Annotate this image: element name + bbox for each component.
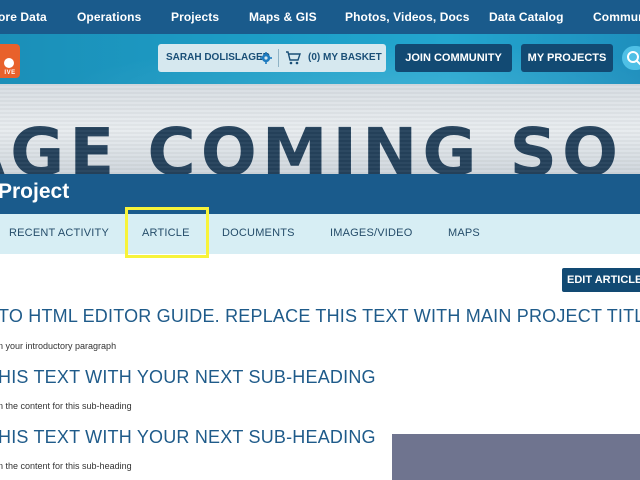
main-heading: TO HTML EDITOR GUIDE. REPLACE THIS TEXT … <box>0 306 640 326</box>
gear-icon[interactable] <box>260 52 272 64</box>
user-account-bar: SARAH DOLISLAGER (0) MY BASKET <box>158 44 386 72</box>
site-header: IVE SARAH DOLISLAGER (0) MY BASKET JOIN … <box>0 34 640 84</box>
sub-heading-2: HIS TEXT WITH YOUR NEXT SUB-HEADING <box>0 427 376 447</box>
nav-item-explore-data[interactable]: ore Data <box>0 0 47 34</box>
nav-item-projects[interactable]: Projects <box>171 0 219 34</box>
project-title-bar: Project <box>0 174 640 214</box>
project-banner-image: AGE COMING SO <box>0 84 640 174</box>
join-community-button[interactable]: JOIN COMMUNITY <box>395 44 512 72</box>
tab-documents[interactable]: DOCUMENTS <box>222 214 295 254</box>
nav-item-maps-gis[interactable]: Maps & GIS <box>249 0 317 34</box>
nav-item-community[interactable]: Commun <box>593 0 640 34</box>
article-image <box>392 434 640 480</box>
sub-heading-2-text: n the content for this sub-heading <box>0 461 132 471</box>
my-projects-button[interactable]: MY PROJECTS <box>521 44 613 72</box>
top-navigation: ore Data Operations Projects Maps & GIS … <box>0 0 640 34</box>
site-logo[interactable]: IVE <box>0 44 20 78</box>
edit-article-button[interactable]: EDIT ARTICLE <box>562 268 640 292</box>
project-tabs: RECENT ACTIVITY ARTICLE DOCUMENTS IMAGES… <box>0 214 640 254</box>
nav-item-photos-videos-docs[interactable]: Photos, Videos, Docs <box>345 0 469 34</box>
tab-recent-activity[interactable]: RECENT ACTIVITY <box>9 214 109 254</box>
intro-paragraph: n your introductory paragraph <box>0 341 117 351</box>
search-icon <box>627 51 640 66</box>
nav-item-operations[interactable]: Operations <box>77 0 141 34</box>
sub-heading-1-text: n the content for this sub-heading <box>0 401 132 411</box>
nav-item-data-catalog[interactable]: Data Catalog <box>489 0 564 34</box>
divider <box>278 49 279 67</box>
sub-heading-1: HIS TEXT WITH YOUR NEXT SUB-HEADING <box>0 367 376 387</box>
search-button[interactable] <box>622 46 640 70</box>
page-title: Project <box>0 180 70 203</box>
basket-link[interactable]: (0) MY BASKET <box>308 44 382 72</box>
tab-images-video[interactable]: IMAGES/VIDEO <box>330 214 412 254</box>
tab-article-highlight <box>125 207 209 258</box>
logo-text: IVE <box>4 70 16 76</box>
basket-icon[interactable] <box>285 51 301 65</box>
banner-text: AGE COMING SO <box>0 114 624 174</box>
tab-maps[interactable]: MAPS <box>448 214 480 254</box>
user-name[interactable]: SARAH DOLISLAGER <box>166 44 270 72</box>
logo-mark-icon <box>4 58 14 68</box>
